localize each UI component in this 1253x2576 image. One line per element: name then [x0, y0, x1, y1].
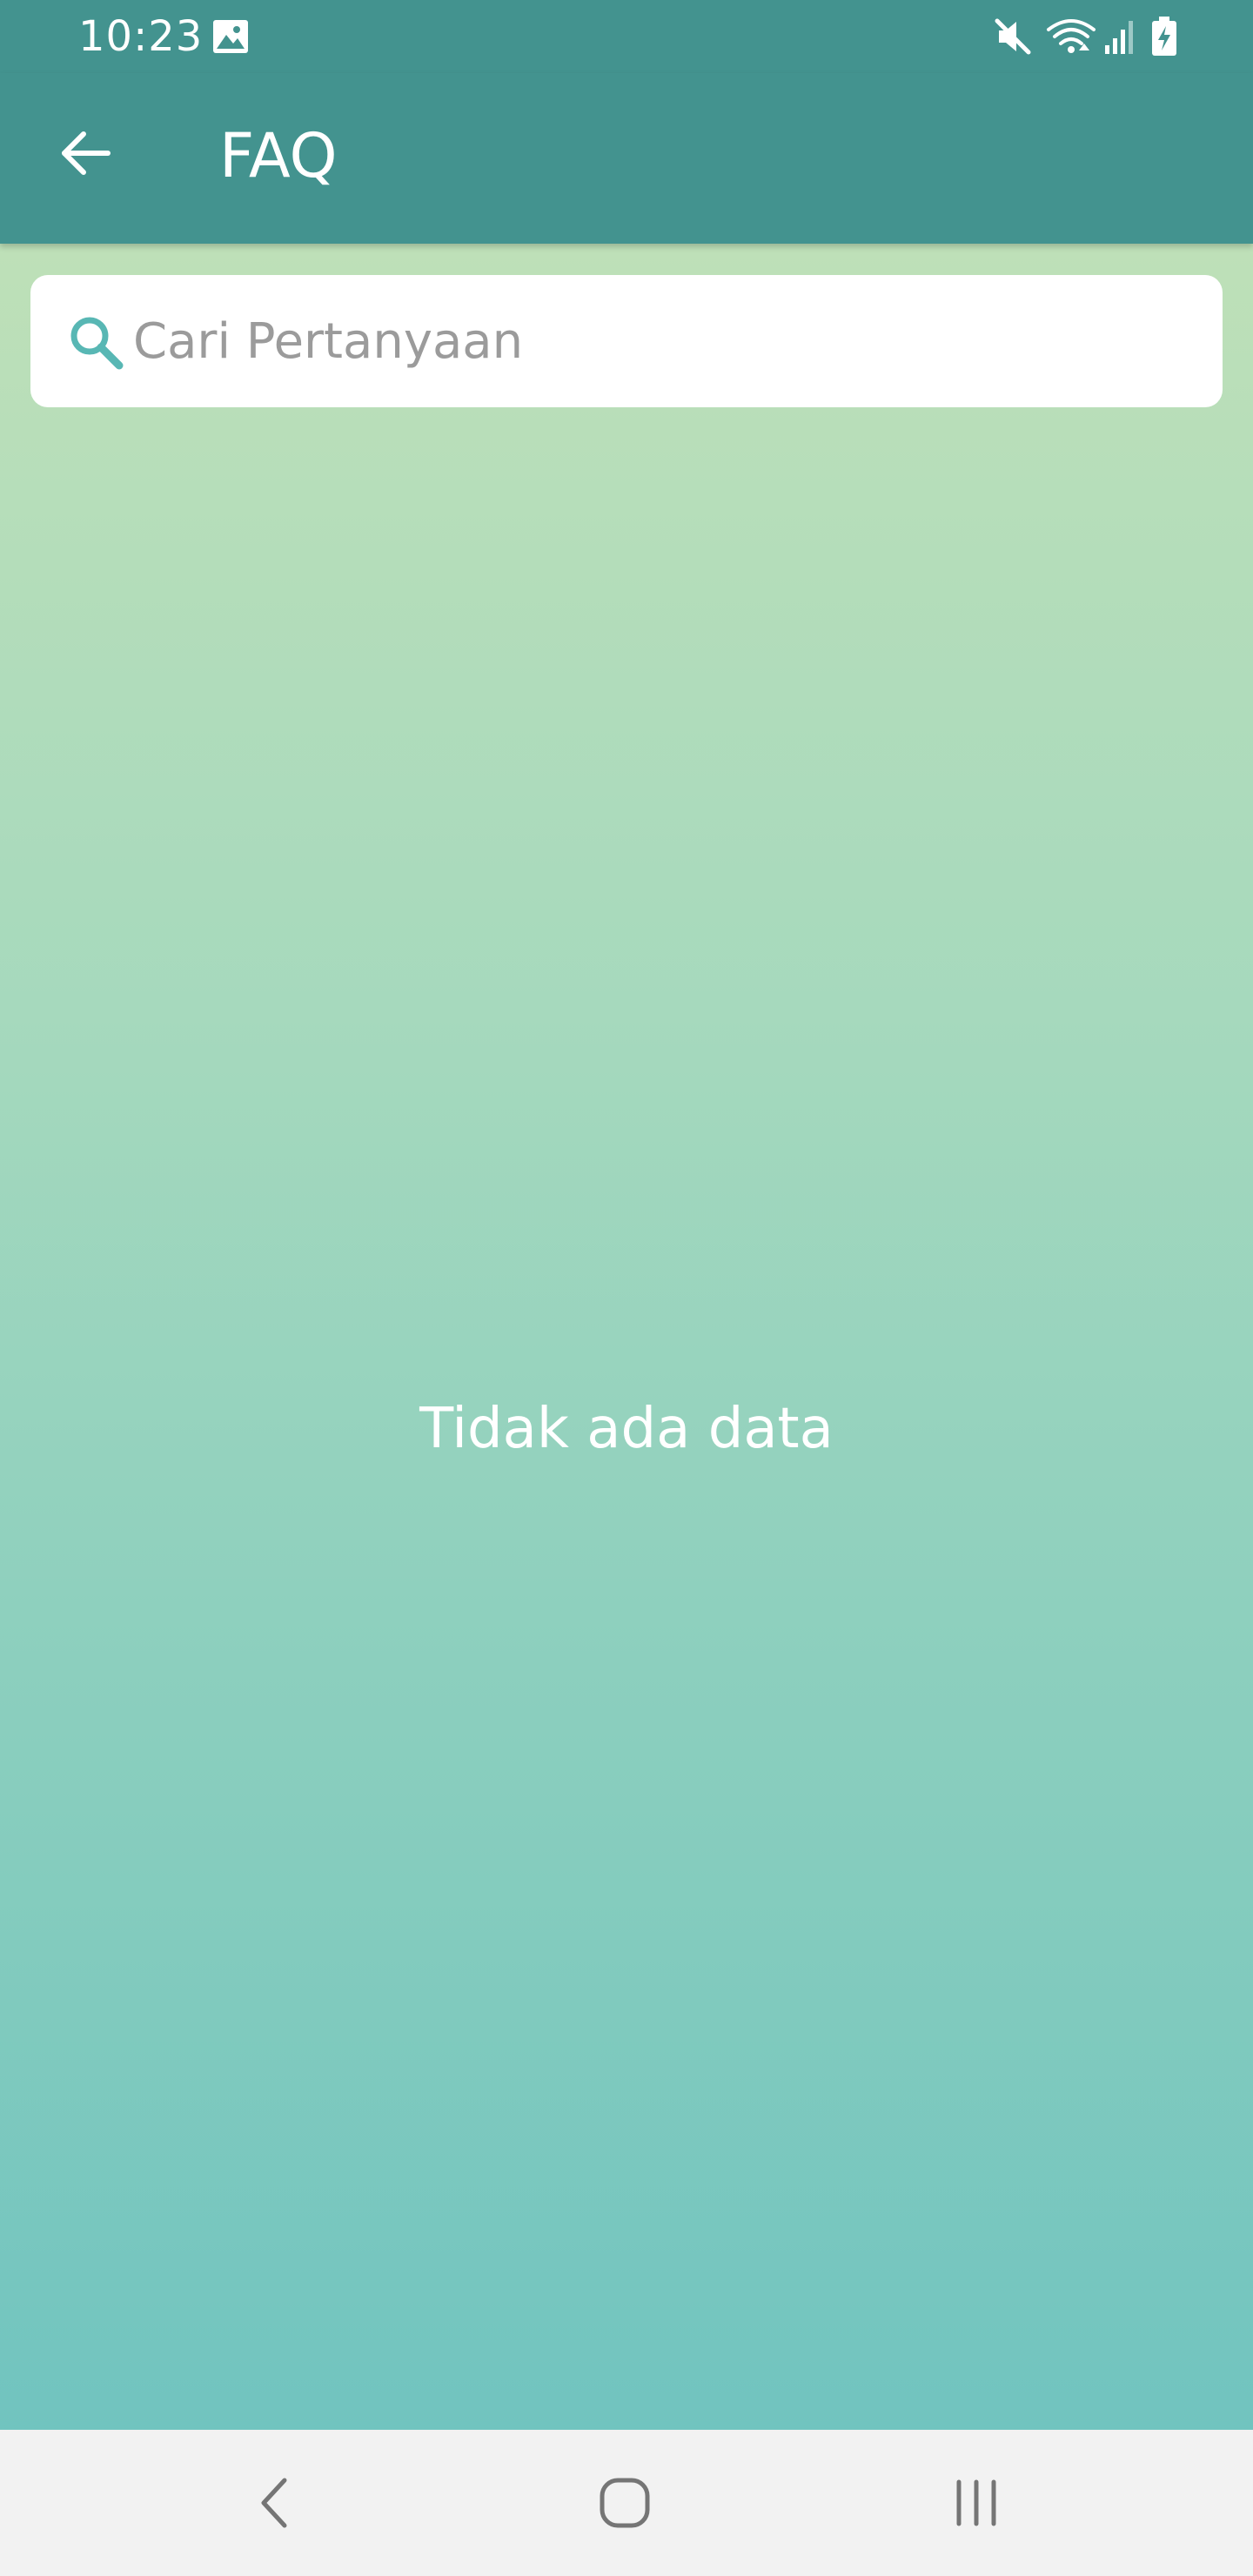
nav-home-button[interactable]	[564, 2459, 686, 2546]
nav-home-icon	[600, 2478, 650, 2528]
nav-recents-button[interactable]	[915, 2459, 1037, 2546]
system-nav-bar	[0, 2430, 1253, 2576]
search-bar[interactable]	[30, 275, 1223, 407]
status-bar: 10:23	[0, 0, 1253, 73]
wifi-icon	[1047, 19, 1096, 53]
nav-recents-icon	[956, 2479, 996, 2526]
back-button[interactable]	[33, 111, 137, 195]
search-icon	[70, 317, 124, 370]
empty-state-message: Tidak ada data	[419, 1397, 834, 1461]
search-input[interactable]	[133, 301, 1195, 381]
status-time: 10:23	[78, 12, 204, 61]
image-icon	[213, 20, 248, 53]
signal-icon	[1105, 21, 1133, 54]
mute-icon	[995, 18, 1031, 55]
battery-charging-icon	[1152, 17, 1176, 56]
arrow-left-icon	[62, 131, 111, 175]
main-content: Tidak ada data	[0, 244, 1253, 2430]
app-bar: FAQ	[0, 73, 1253, 244]
nav-back-button[interactable]	[214, 2459, 336, 2546]
page-title: FAQ	[219, 120, 338, 191]
nav-back-icon	[261, 2478, 287, 2528]
